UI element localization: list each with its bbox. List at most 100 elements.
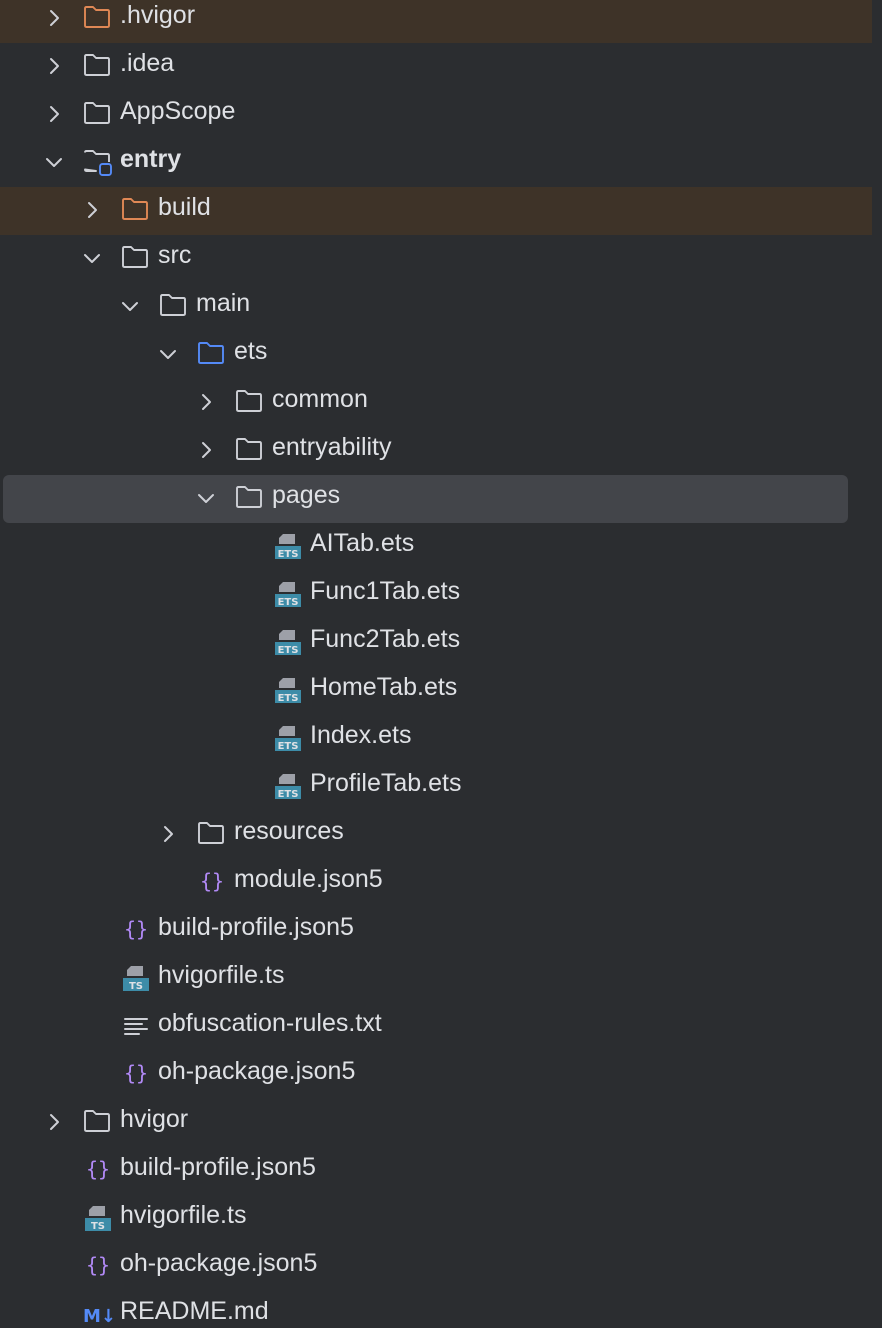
tree-item-label: pages bbox=[272, 481, 341, 509]
tree-item-label: hvigorfile.ts bbox=[120, 1201, 247, 1229]
ts-file-icon: TS bbox=[82, 1195, 114, 1243]
tree-item-label: build bbox=[158, 193, 211, 221]
json-file-icon: {} bbox=[120, 1051, 152, 1099]
tree-item-label: HomeTab.ets bbox=[310, 673, 458, 701]
tree-item[interactable]: ETS ProfileTab.ets bbox=[0, 763, 882, 811]
tree-item[interactable]: src bbox=[0, 235, 882, 283]
chevron-right-icon[interactable] bbox=[195, 379, 219, 427]
svg-text:ETS: ETS bbox=[278, 597, 299, 608]
tree-item[interactable]: ETS AITab.ets bbox=[0, 523, 882, 571]
tree-item[interactable]: hvigor bbox=[0, 1099, 882, 1147]
chevron-right-icon[interactable] bbox=[43, 43, 67, 91]
tree-item[interactable]: ets bbox=[0, 331, 882, 379]
ets-file-icon: ETS bbox=[272, 523, 304, 571]
chevron-right-icon[interactable] bbox=[43, 1099, 67, 1147]
tree-item-label: .hvigor bbox=[120, 1, 196, 29]
tree-item[interactable]: ETS Index.ets bbox=[0, 715, 882, 763]
tree-item[interactable]: main bbox=[0, 283, 882, 331]
folder-icon bbox=[120, 235, 152, 283]
tree-item[interactable]: TS hvigorfile.ts bbox=[0, 1195, 882, 1243]
tree-item[interactable]: {} build-profile.json5 bbox=[0, 1147, 882, 1195]
chevron-right-icon[interactable] bbox=[43, 91, 67, 139]
json-file-icon: {} bbox=[82, 1147, 114, 1195]
svg-text:{}: {} bbox=[86, 1157, 110, 1181]
tree-item-label: hvigorfile.ts bbox=[158, 961, 285, 989]
tree-item[interactable]: {} build-profile.json5 bbox=[0, 907, 882, 955]
tree-item[interactable]: ETS Func1Tab.ets bbox=[0, 571, 882, 619]
tree-item-label: Func2Tab.ets bbox=[310, 625, 461, 653]
tree-item-label: resources bbox=[234, 817, 344, 845]
chevron-right-icon[interactable] bbox=[43, 0, 67, 43]
svg-text:{}: {} bbox=[86, 1253, 110, 1277]
chevron-right-icon[interactable] bbox=[157, 811, 181, 859]
module-folder-icon bbox=[82, 139, 114, 187]
tree-item[interactable]: M↓ README.md bbox=[0, 1291, 882, 1328]
tree-item-label: entryability bbox=[272, 433, 392, 461]
chevron-down-icon[interactable] bbox=[43, 139, 67, 187]
chevron-right-icon[interactable] bbox=[81, 187, 105, 235]
tree-item[interactable]: {} oh-package.json5 bbox=[0, 1243, 882, 1291]
tree-item[interactable]: obfuscation-rules.txt bbox=[0, 1003, 882, 1051]
tree-item[interactable]: ETS Func2Tab.ets bbox=[0, 619, 882, 667]
svg-text:ETS: ETS bbox=[278, 693, 299, 704]
tree-item-label: Index.ets bbox=[310, 721, 412, 749]
tree-item[interactable]: resources bbox=[0, 811, 882, 859]
folder-excluded-icon bbox=[120, 187, 152, 235]
ets-file-icon: ETS bbox=[272, 763, 304, 811]
tree-item-label: .idea bbox=[120, 49, 175, 77]
tree-item-label: AppScope bbox=[120, 97, 236, 125]
folder-icon bbox=[158, 283, 190, 331]
ts-file-icon: TS bbox=[120, 955, 152, 1003]
text-file-icon bbox=[120, 1003, 152, 1051]
ets-file-icon: ETS bbox=[272, 667, 304, 715]
tree-item[interactable]: TS hvigorfile.ts bbox=[0, 955, 882, 1003]
tree-item[interactable]: build bbox=[0, 187, 882, 235]
json-file-icon: {} bbox=[196, 859, 228, 907]
selection-highlight bbox=[3, 475, 848, 523]
folder-icon bbox=[234, 427, 266, 475]
json-file-icon: {} bbox=[82, 1243, 114, 1291]
tree-item-label: README.md bbox=[120, 1297, 269, 1325]
tree-item-label: Func1Tab.ets bbox=[310, 577, 461, 605]
tree-item-label: obfuscation-rules.txt bbox=[158, 1009, 382, 1037]
tree-item[interactable]: .idea bbox=[0, 43, 882, 91]
tree-item[interactable]: .hvigor bbox=[0, 0, 882, 43]
svg-text:TS: TS bbox=[91, 1221, 105, 1232]
tree-item[interactable]: common bbox=[0, 379, 882, 427]
folder-icon bbox=[82, 1099, 114, 1147]
svg-text:ETS: ETS bbox=[278, 741, 299, 752]
chevron-down-icon[interactable] bbox=[81, 235, 105, 283]
chevron-down-icon[interactable] bbox=[157, 331, 181, 379]
svg-text:ETS: ETS bbox=[278, 645, 299, 656]
json-file-icon: {} bbox=[120, 907, 152, 955]
tree-item-label: module.json5 bbox=[234, 865, 383, 893]
tree-item[interactable]: pages bbox=[0, 475, 882, 523]
tree-item-label: oh-package.json5 bbox=[158, 1057, 356, 1085]
tree-item[interactable]: {} module.json5 bbox=[0, 859, 882, 907]
folder-icon bbox=[196, 811, 228, 859]
svg-text:{}: {} bbox=[200, 869, 224, 893]
chevron-right-icon[interactable] bbox=[195, 427, 219, 475]
folder-icon bbox=[82, 91, 114, 139]
tree-item[interactable]: entry bbox=[0, 139, 882, 187]
svg-text:TS: TS bbox=[129, 981, 143, 992]
svg-text:ETS: ETS bbox=[278, 789, 299, 800]
tree-item[interactable]: {} oh-package.json5 bbox=[0, 1051, 882, 1099]
chevron-down-icon[interactable] bbox=[119, 283, 143, 331]
svg-text:M↓: M↓ bbox=[83, 1306, 116, 1327]
ets-file-icon: ETS bbox=[272, 619, 304, 667]
svg-text:{}: {} bbox=[124, 917, 148, 941]
tree-item[interactable]: AppScope bbox=[0, 91, 882, 139]
source-folder-icon bbox=[196, 331, 228, 379]
tree-item-label: src bbox=[158, 241, 192, 269]
tree-item-label: AITab.ets bbox=[310, 529, 415, 557]
tree-item[interactable]: ETS HomeTab.ets bbox=[0, 667, 882, 715]
tree-item-label: entry bbox=[120, 145, 182, 173]
tree-item-label: build-profile.json5 bbox=[158, 913, 354, 941]
tree-item-label: hvigor bbox=[120, 1105, 189, 1133]
chevron-down-icon[interactable] bbox=[195, 475, 219, 523]
folder-icon bbox=[234, 379, 266, 427]
tree-item[interactable]: entryability bbox=[0, 427, 882, 475]
markdown-file-icon: M↓ bbox=[82, 1291, 116, 1328]
svg-text:ETS: ETS bbox=[278, 549, 299, 560]
